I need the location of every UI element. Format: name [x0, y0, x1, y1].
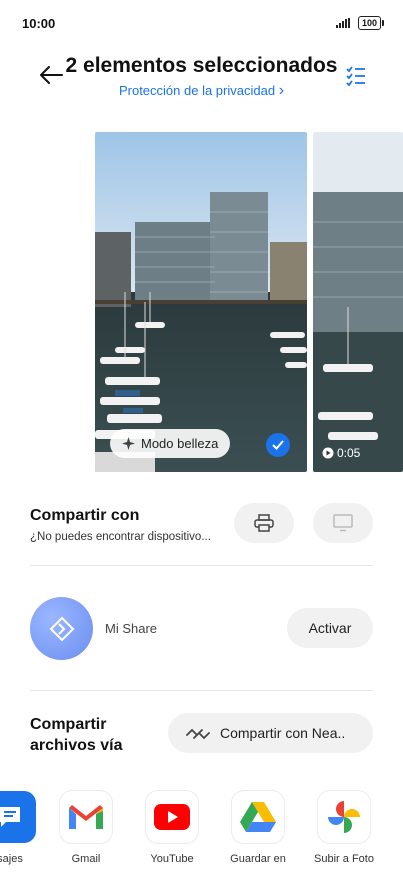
printer-icon [254, 514, 274, 532]
divider [30, 565, 373, 566]
share-via-title-line2: archivos vía [30, 737, 123, 754]
drive-icon [232, 791, 284, 843]
selected-video[interactable] [313, 132, 403, 472]
monitor-icon [333, 514, 353, 532]
mi-share-icon [30, 597, 93, 660]
share-with-title: Compartir con [30, 507, 140, 524]
harbor-video-thumbnail [313, 132, 403, 472]
beauty-sparkle-icon [122, 437, 135, 450]
divider [30, 690, 373, 691]
device-not-found-link[interactable]: ¿No puedes encontrar dispositivo... [30, 531, 211, 543]
app-label: YouTube [150, 853, 194, 865]
signal-icon [335, 18, 350, 28]
mi-share-label: Mi Share [105, 621, 158, 636]
selected-check-icon[interactable] [266, 433, 290, 457]
status-time: 10:00 [22, 16, 56, 31]
photos-icon [318, 791, 370, 843]
nearby-share-icon [186, 728, 210, 740]
app-youtube[interactable]: YouTube [136, 791, 208, 865]
print-button[interactable] [234, 503, 294, 543]
nearby-share-label: Compartir con Nea.. [220, 725, 346, 741]
select-all-icon[interactable] [345, 65, 367, 87]
harbor-photo-image [95, 132, 307, 472]
app-messages[interactable]: sajes [0, 791, 46, 865]
app-label: Guardar en [230, 853, 286, 865]
app-drive[interactable]: Guardar en [222, 791, 294, 865]
app-label: Gmail [71, 853, 101, 865]
share-via-title-line1: Compartir [30, 716, 107, 733]
privacy-link-label: Protección de la privacidad [118, 83, 276, 98]
selected-photo[interactable] [95, 132, 307, 472]
video-duration-label: 0:05 [337, 446, 361, 460]
beauty-mode-button[interactable]: Modo belleza [110, 429, 231, 458]
messages-icon [0, 791, 36, 843]
battery-icon: 100 [357, 16, 385, 30]
share-via-title: Compartir archivos vía [30, 714, 150, 756]
activate-button[interactable]: Activar [287, 608, 373, 648]
app-label: sajes [0, 853, 23, 865]
app-gmail[interactable]: Gmail [50, 791, 122, 865]
gmail-icon [60, 791, 112, 843]
chevron-right-icon: › [278, 82, 285, 99]
beauty-mode-label: Modo belleza [141, 436, 219, 451]
page-title: 2 elementos seleccionados [65, 54, 338, 77]
app-photos[interactable]: Subir a Foto [308, 791, 380, 865]
play-icon [322, 447, 334, 459]
app-label: Subir a Foto [314, 853, 374, 865]
video-duration: 0:05 [322, 446, 360, 460]
youtube-icon [146, 791, 198, 843]
privacy-link[interactable]: Protección de la privacidad › [0, 82, 403, 100]
cast-screen-button[interactable] [313, 503, 373, 543]
nearby-share-button[interactable]: Compartir con Nea.. [168, 713, 373, 753]
status-icons: 100 [335, 16, 385, 30]
